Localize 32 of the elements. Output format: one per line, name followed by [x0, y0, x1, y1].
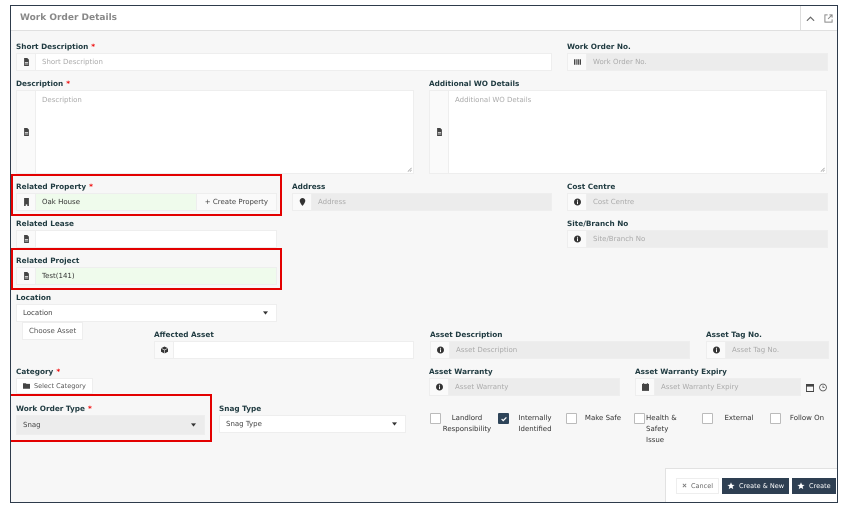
map-pin-icon: [298, 198, 306, 206]
info-icon: [436, 346, 444, 354]
building-icon: [22, 198, 30, 206]
resize-grip-icon: [407, 167, 412, 172]
panel-title: Work Order Details: [19, 13, 118, 23]
caret-icon: [263, 311, 268, 315]
check-icon: [500, 414, 508, 422]
resize-grip-icon: [820, 167, 825, 172]
barcode-icon: [574, 58, 580, 66]
info-icon: [574, 235, 580, 243]
info-icon: [712, 346, 720, 354]
external-link-icon: [824, 14, 832, 22]
star-icon: [797, 482, 806, 490]
info-icon: [574, 198, 580, 206]
document-icon: [22, 128, 30, 136]
calendar-icon[interactable]: [806, 382, 814, 392]
input-field[interactable]: [16, 230, 277, 248]
document-icon: [436, 128, 442, 136]
star-icon: [727, 482, 736, 490]
caret-icon: [392, 422, 397, 426]
input-field[interactable]: [154, 341, 414, 359]
cube-icon: [160, 346, 168, 354]
clock-icon[interactable]: [819, 382, 827, 392]
info-icon: [436, 383, 442, 391]
document-icon: [22, 58, 30, 66]
document-icon: [22, 272, 30, 280]
document-icon: [22, 235, 30, 243]
caret-icon: [191, 423, 196, 427]
close-icon: [682, 483, 687, 488]
chevron-up-icon: [806, 14, 814, 22]
folder-icon: [23, 382, 30, 390]
calendar-icon: [642, 383, 648, 391]
